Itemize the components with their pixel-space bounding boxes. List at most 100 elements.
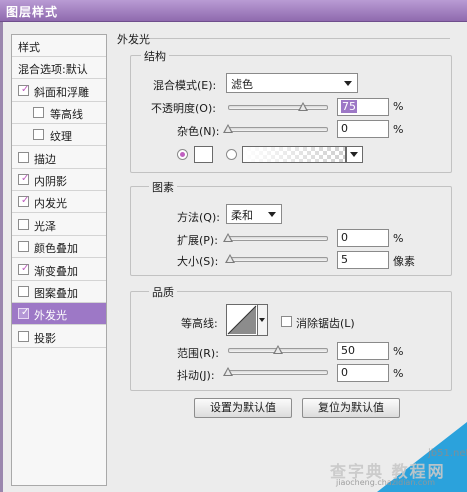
watermark-url: jiaocheng.chazidian.com	[336, 478, 436, 487]
elements-legend: 图素	[149, 179, 177, 195]
chevron-down-icon	[344, 81, 352, 86]
jitter-unit: %	[393, 367, 404, 380]
style-checkbox[interactable]	[33, 107, 44, 118]
make-default-button[interactable]: 设置为默认值	[194, 398, 292, 418]
window-title: 图层样式	[6, 5, 59, 19]
spread-label: 扩展(P):	[177, 234, 218, 247]
spread-input[interactable]: 0	[337, 229, 389, 247]
style-checkbox[interactable]	[33, 129, 44, 140]
structure-legend: 结构	[141, 48, 169, 64]
size-slider-thumb[interactable]	[225, 254, 235, 263]
style-checkbox[interactable]: ✓	[18, 195, 30, 207]
sidebar-item-label: 光泽	[34, 220, 56, 233]
jitter-value: 0	[341, 366, 348, 379]
sidebar-item[interactable]: 光泽	[12, 214, 106, 236]
sidebar-item[interactable]: 纹理	[12, 124, 106, 146]
sidebar-item[interactable]: ✓ 外发光	[12, 303, 106, 325]
noise-label: 杂色(N):	[177, 125, 220, 138]
glow-gradient-preview[interactable]	[242, 146, 346, 163]
noise-value: 0	[341, 122, 348, 135]
noise-slider-thumb[interactable]	[223, 124, 233, 133]
jitter-input[interactable]: 0	[337, 364, 389, 382]
sidebar-item[interactable]: 图案叠加	[12, 281, 106, 303]
spread-slider-thumb[interactable]	[223, 233, 233, 242]
blend-mode-select[interactable]: 滤色	[226, 73, 358, 93]
noise-slider[interactable]	[228, 127, 328, 132]
range-label: 范围(R):	[177, 347, 219, 360]
sidebar-item-label: 图案叠加	[34, 287, 78, 300]
range-input[interactable]: 50	[337, 342, 389, 360]
window-title-bar[interactable]: 图层样式	[0, 0, 467, 22]
check-icon: ✓	[21, 307, 30, 318]
panel-title: 外发光	[117, 33, 150, 46]
reset-default-button[interactable]: 复位为默认值	[302, 398, 400, 418]
jitter-slider[interactable]	[228, 370, 328, 375]
sidebar-item-label: 内阴影	[34, 175, 67, 188]
sidebar-item[interactable]: ✓ 斜面和浮雕	[12, 80, 106, 102]
range-value: 50	[341, 344, 355, 357]
contour-label: 等高线:	[181, 317, 218, 330]
opacity-slider-thumb[interactable]	[298, 102, 308, 111]
size-input[interactable]: 5	[337, 251, 389, 269]
opacity-input[interactable]: 75	[337, 98, 389, 116]
range-slider-thumb[interactable]	[273, 345, 283, 354]
check-icon: ✓	[21, 195, 30, 206]
style-checkbox[interactable]	[18, 152, 29, 163]
style-checkbox[interactable]	[18, 219, 29, 230]
style-checkbox[interactable]: ✓	[18, 84, 30, 96]
contour-curve-icon	[227, 305, 257, 335]
sidebar-item[interactable]: 投影	[12, 326, 106, 348]
gradient-picker-chevron-icon[interactable]	[346, 146, 363, 163]
sidebar-item[interactable]: 样式	[12, 35, 106, 57]
check-icon: ✓	[21, 84, 30, 95]
check-icon: ✓	[21, 263, 30, 274]
gradient-radio[interactable]	[226, 149, 237, 160]
method-label: 方法(Q):	[177, 211, 220, 224]
sidebar-item[interactable]: 混合选项:默认	[12, 57, 106, 79]
style-checkbox[interactable]: ✓	[18, 173, 29, 185]
sidebar-item[interactable]: ✓ 渐变叠加	[12, 259, 106, 281]
style-checkbox[interactable]: ✓	[18, 263, 30, 275]
sidebar-item-label: 斜面和浮雕	[34, 86, 89, 99]
sidebar-item-label: 颜色叠加	[34, 242, 78, 255]
sidebar-item[interactable]: 颜色叠加	[12, 236, 106, 258]
jitter-slider-thumb[interactable]	[223, 367, 233, 376]
contour-picker[interactable]	[226, 304, 258, 336]
opacity-unit: %	[393, 100, 404, 113]
solid-color-radio[interactable]	[177, 149, 188, 160]
sidebar-item[interactable]: 描边	[12, 147, 106, 169]
styles-list: 样式混合选项:默认 ✓ 斜面和浮雕等高线纹理描边 ✓ 内阴影 ✓ 内发光光泽颜色叠加 ✓ 渐变叠…	[11, 34, 107, 486]
blend-mode-value: 滤色	[231, 78, 253, 91]
panel-title-divider	[150, 38, 450, 39]
sidebar-item[interactable]: ✓ 内阴影	[12, 169, 106, 191]
size-unit: 像素	[393, 255, 415, 268]
size-slider[interactable]	[228, 257, 328, 262]
technique-select[interactable]: 柔和	[226, 204, 282, 224]
sidebar-item[interactable]: ✓ 内发光	[12, 191, 106, 213]
opacity-label: 不透明度(O):	[151, 102, 216, 115]
sidebar-item-label: 纹理	[50, 130, 72, 143]
opacity-slider[interactable]	[228, 105, 328, 110]
style-checkbox[interactable]: ✓	[18, 307, 30, 319]
sidebar-item[interactable]: 等高线	[12, 102, 106, 124]
style-checkbox[interactable]	[18, 331, 29, 342]
sidebar-item-label: 样式	[18, 41, 40, 54]
watermark-domain: jb51.net	[428, 448, 467, 459]
jitter-label: 抖动(J):	[177, 369, 215, 382]
size-value: 5	[341, 253, 348, 266]
spread-slider[interactable]	[228, 236, 328, 241]
noise-input[interactable]: 0	[337, 120, 389, 138]
contour-chevron-icon[interactable]	[258, 304, 268, 336]
noise-unit: %	[393, 123, 404, 136]
style-checkbox[interactable]	[18, 241, 29, 252]
glow-color-swatch[interactable]	[194, 146, 213, 163]
antialias-checkbox[interactable]	[281, 316, 292, 327]
opacity-value: 75	[341, 100, 357, 113]
style-checkbox[interactable]	[18, 286, 29, 297]
spread-value: 0	[341, 231, 348, 244]
blend-mode-label: 混合模式(E):	[153, 79, 217, 92]
sidebar-item-label: 描边	[34, 153, 56, 166]
chevron-down-icon	[268, 212, 276, 217]
sidebar-item-label: 内发光	[34, 197, 67, 210]
sidebar-item-label: 投影	[34, 332, 56, 345]
